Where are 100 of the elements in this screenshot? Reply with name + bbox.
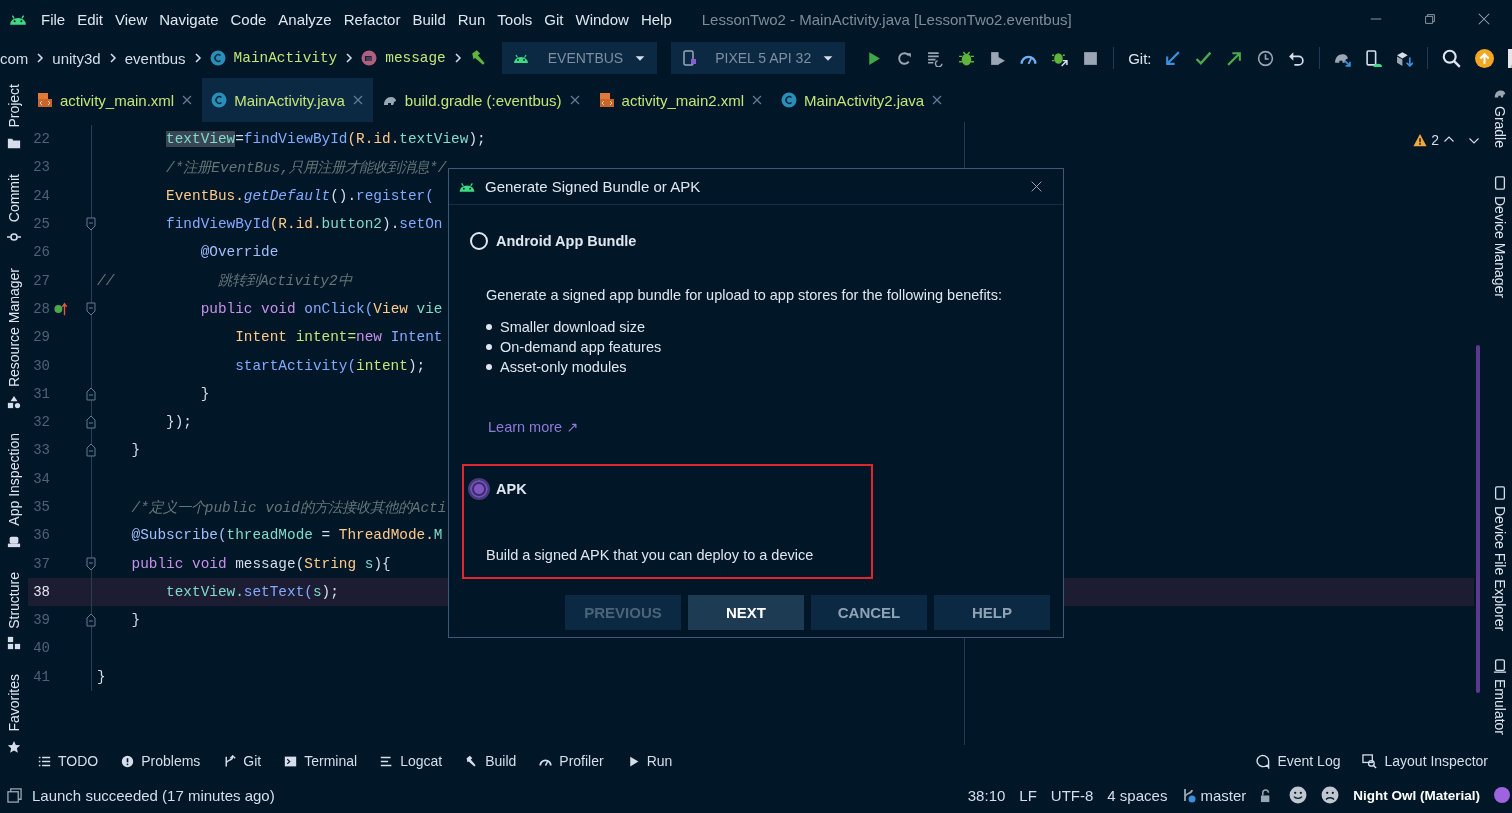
fold-icon[interactable] <box>86 443 96 458</box>
menu-item[interactable]: Navigate <box>153 10 225 28</box>
tool-window-button[interactable]: Problems <box>121 753 201 769</box>
line-separator[interactable]: LF <box>1019 786 1037 804</box>
stop-icon[interactable] <box>1082 49 1100 67</box>
sdk-icon[interactable] <box>1395 49 1413 67</box>
menu-item[interactable]: Analyze <box>272 10 338 28</box>
tool-window-button[interactable]: Terminal <box>284 753 358 769</box>
check-icon[interactable] <box>1194 49 1212 67</box>
fold-icon[interactable] <box>86 556 96 571</box>
editor-tab[interactable]: MainActivity2.java <box>772 78 953 122</box>
apply-changes-icon[interactable] <box>927 49 945 67</box>
restore-icon[interactable] <box>1423 12 1437 26</box>
arrow-up-right-icon[interactable] <box>1225 49 1243 67</box>
tool-window-button[interactable]: TODO <box>38 753 99 769</box>
tool-window-tab[interactable]: Favorites <box>6 674 22 732</box>
editor-tab[interactable]: MainActivity.java <box>202 78 373 122</box>
tool-window-tab[interactable]: Commit <box>6 173 22 222</box>
tool-window-tab[interactable]: App Inspection <box>6 432 22 526</box>
dialog-button[interactable]: CANCEL <box>811 595 927 630</box>
update-icon[interactable] <box>1474 48 1494 68</box>
file-encoding[interactable]: UTF-8 <box>1050 786 1094 804</box>
tool-window-button[interactable]: Layout Inspector <box>1362 753 1488 769</box>
fold-icon[interactable] <box>86 613 96 628</box>
tool-window-button[interactable]: Build <box>465 753 517 769</box>
bug-icon[interactable] <box>958 49 976 67</box>
profile-icon[interactable] <box>989 49 1007 67</box>
fold-icon[interactable] <box>86 386 96 401</box>
arrow-down-left-icon[interactable] <box>1163 49 1181 67</box>
fold-icon[interactable] <box>86 217 96 232</box>
fold-icon[interactable] <box>86 415 96 430</box>
breadcrumb[interactable]: MainActivity <box>233 50 338 66</box>
menu-item[interactable]: Edit <box>71 10 110 28</box>
close-icon[interactable] <box>351 94 364 106</box>
tool-window-tab[interactable]: Structure <box>6 571 22 629</box>
breadcrumb[interactable]: eventbus <box>124 49 186 67</box>
editor-tab[interactable]: activity_main.xml <box>28 78 203 122</box>
menu-item[interactable]: Refactor <box>337 10 407 28</box>
tool-window-tab[interactable]: Gradle <box>1492 106 1508 149</box>
radio-button[interactable] <box>470 480 488 498</box>
tool-window-button[interactable]: Logcat <box>380 753 443 769</box>
menu-item[interactable]: Window <box>569 10 635 28</box>
breadcrumb[interactable]: message <box>385 50 446 66</box>
close-icon[interactable] <box>568 94 581 106</box>
breadcrumb[interactable]: unity3d <box>52 49 101 67</box>
menu-item[interactable]: Help <box>634 10 678 28</box>
menu-item[interactable]: View <box>109 10 154 28</box>
close-icon[interactable] <box>1030 180 1043 193</box>
tool-window-button[interactable]: Run <box>626 753 673 769</box>
close-icon[interactable] <box>931 94 944 106</box>
tool-window-button[interactable]: Event Log <box>1255 753 1341 769</box>
sad-icon[interactable] <box>1321 786 1340 804</box>
indent-setting[interactable]: 4 spaces <box>1107 786 1168 804</box>
tool-window-tab[interactable]: Resource Manager <box>6 267 22 387</box>
menu-item[interactable]: Build <box>406 10 452 28</box>
circle-icon[interactable] <box>1494 787 1510 803</box>
cursor-position[interactable]: 38:10 <box>967 786 1006 804</box>
close-icon[interactable] <box>1477 12 1491 26</box>
breadcrumb[interactable]: com <box>0 49 29 67</box>
menu-item[interactable]: Tools <box>491 10 539 28</box>
close-icon[interactable] <box>181 94 194 106</box>
tool-window-tab[interactable]: Emulator <box>1492 678 1508 735</box>
close-icon[interactable] <box>751 94 764 106</box>
tool-window-tab[interactable]: Device Manager <box>1492 196 1508 298</box>
option-label[interactable]: Android App Bundle <box>496 233 637 249</box>
learn-more-link[interactable]: Learn more ↗ <box>488 417 579 437</box>
rerun-icon[interactable] <box>896 49 914 67</box>
menu-item[interactable]: Code <box>224 10 273 28</box>
run-config-dropdown[interactable]: EVENTBUS <box>501 42 658 74</box>
shapes-icon[interactable] <box>7 394 21 409</box>
option-label[interactable]: APK <box>496 481 527 497</box>
device-dropdown[interactable]: PIXEL 5 API 32 <box>671 42 846 74</box>
clock-icon[interactable] <box>1256 49 1274 67</box>
phone-icon[interactable] <box>1493 176 1507 191</box>
star-icon[interactable] <box>7 739 21 754</box>
phone-icon[interactable] <box>1493 485 1507 500</box>
structure-icon[interactable] <box>7 636 21 651</box>
fold-icon[interactable] <box>86 301 96 316</box>
device-manager-icon[interactable] <box>1364 49 1382 67</box>
theme-name[interactable]: Night Owl (Material) <box>1353 787 1480 803</box>
git-branch-widget[interactable]: master <box>1181 786 1247 804</box>
warning-icon[interactable] <box>1413 133 1428 147</box>
dialog-button[interactable]: NEXT <box>688 595 804 630</box>
tool-window-button[interactable]: Git <box>223 753 262 769</box>
emulator-icon[interactable] <box>1493 658 1507 673</box>
override-marker-icon[interactable] <box>54 300 68 317</box>
smile-icon[interactable] <box>1289 786 1308 804</box>
tool-window-button[interactable]: Profiler <box>539 753 604 769</box>
scrollbar[interactable] <box>1476 345 1480 693</box>
editor-tab[interactable]: build.gradle (:eventbus) <box>372 78 590 122</box>
tool-window-tab[interactable]: Project <box>6 84 22 128</box>
menu-item[interactable]: Git <box>538 10 570 28</box>
menu-item[interactable]: Run <box>451 10 492 28</box>
editor-tab[interactable]: activity_main2.xml <box>589 78 773 122</box>
layers-icon[interactable] <box>7 787 22 803</box>
menu-item[interactable]: File <box>35 10 72 28</box>
warning-count[interactable]: 2 <box>1431 132 1439 148</box>
search-icon[interactable] <box>1441 48 1461 68</box>
dialog-button[interactable]: HELP <box>934 595 1050 630</box>
tool-window-tab[interactable]: Device File Explorer <box>1492 505 1508 631</box>
